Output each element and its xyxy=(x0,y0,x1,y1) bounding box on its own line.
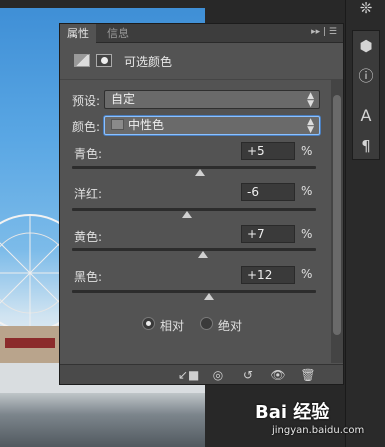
colors-select-value: 中性色 xyxy=(128,118,165,132)
black-slider-thumb[interactable] xyxy=(204,293,214,300)
paragraph-icon[interactable]: ¶ xyxy=(358,138,374,154)
yellow-value-input[interactable]: +7 xyxy=(241,225,295,243)
panel-header: 可选颜色 xyxy=(60,44,343,78)
preset-select-value: 自定 xyxy=(111,92,136,106)
color-swatch xyxy=(111,119,124,130)
magenta-label: 洋红: xyxy=(74,187,103,201)
properties-panel: 属性 信息 ▸▸ | ☰ 可选颜色 预设: 自定 ▲ ▼ 颜色: 中性色 ▲ ▼ 青… xyxy=(59,23,344,385)
cyan-slider-thumb[interactable] xyxy=(195,169,205,176)
colors-select[interactable]: 中性色 ▲ ▼ xyxy=(104,116,320,135)
black-value-input[interactable]: +12 xyxy=(241,266,295,284)
panel-scrollbar-thumb[interactable] xyxy=(333,95,341,335)
panel-footer: ↙■ ◎ ↺ 👁 🗑 xyxy=(60,364,343,384)
relative-label[interactable]: 相对 xyxy=(160,317,184,334)
eye-icon[interactable]: 👁 xyxy=(270,368,286,382)
method-radio-group: 相对 绝对 xyxy=(142,317,292,334)
select-arrows-icon: ▲ ▼ xyxy=(307,117,314,135)
cyan-label: 青色: xyxy=(74,147,103,161)
absolute-label[interactable]: 绝对 xyxy=(218,317,242,334)
yellow-slider-track[interactable] xyxy=(72,248,316,251)
cyan-slider-track[interactable] xyxy=(72,166,316,169)
reset-icon[interactable]: ↺ xyxy=(240,368,256,382)
panel-title: 可选颜色 xyxy=(124,55,173,69)
select-arrows-icon: ▲ ▼ xyxy=(307,91,314,109)
yellow-slider-thumb[interactable] xyxy=(198,251,208,258)
selective-color-controls: 预设: 自定 ▲ ▼ 颜色: 中性色 ▲ ▼ 青色: +5 % 洋红: -6 % 黄… xyxy=(60,79,331,363)
3d-cube-icon[interactable]: ⬢ xyxy=(358,38,374,54)
magenta-value-input[interactable]: -6 xyxy=(241,183,295,201)
clip-to-layer-icon[interactable]: ↙■ xyxy=(178,368,199,382)
tab-properties[interactable]: 属性 xyxy=(60,24,96,43)
black-slider-track[interactable] xyxy=(72,290,316,293)
layer-mask-icon[interactable] xyxy=(96,54,112,67)
black-unit: % xyxy=(301,267,313,281)
yellow-unit: % xyxy=(301,227,313,241)
magenta-unit: % xyxy=(301,184,313,198)
magenta-slider-track[interactable] xyxy=(72,208,316,211)
colors-label: 颜色: xyxy=(72,120,101,134)
cyan-value-input[interactable]: +5 xyxy=(241,142,295,160)
preset-select[interactable]: 自定 ▲ ▼ xyxy=(104,90,320,109)
absolute-radio[interactable] xyxy=(200,317,213,330)
baidu-watermark-url: jingyan.baidu.com xyxy=(272,425,365,436)
panel-scrollbar[interactable] xyxy=(331,79,343,363)
preset-label: 预设: xyxy=(72,94,101,108)
panel-tab-bar: 属性 信息 ▸▸ | ☰ xyxy=(60,24,343,43)
tab-info[interactable]: 信息 xyxy=(100,24,136,43)
right-dock: ❊ ⬢ ⓘ A ¶ xyxy=(345,0,385,447)
baidu-watermark: Bai 经验 xyxy=(255,402,330,423)
trash-icon[interactable]: 🗑 xyxy=(300,368,316,382)
canvas-top-gap xyxy=(0,0,205,8)
magenta-slider-thumb[interactable] xyxy=(182,211,192,218)
visibility-preview-icon[interactable]: ◎ xyxy=(210,368,226,382)
cyan-unit: % xyxy=(301,144,313,158)
relative-radio[interactable] xyxy=(142,317,155,330)
water-reflection xyxy=(0,393,205,447)
panel-menu-icon[interactable]: ▸▸ | ☰ xyxy=(311,27,337,37)
character-icon[interactable]: A xyxy=(358,108,374,124)
info-icon[interactable]: ⓘ xyxy=(358,68,374,84)
black-label: 黑色: xyxy=(74,270,103,284)
brush-settings-icon[interactable]: ❊ xyxy=(358,0,374,16)
adjustment-layer-icon[interactable] xyxy=(74,54,90,67)
yellow-label: 黄色: xyxy=(74,230,103,244)
